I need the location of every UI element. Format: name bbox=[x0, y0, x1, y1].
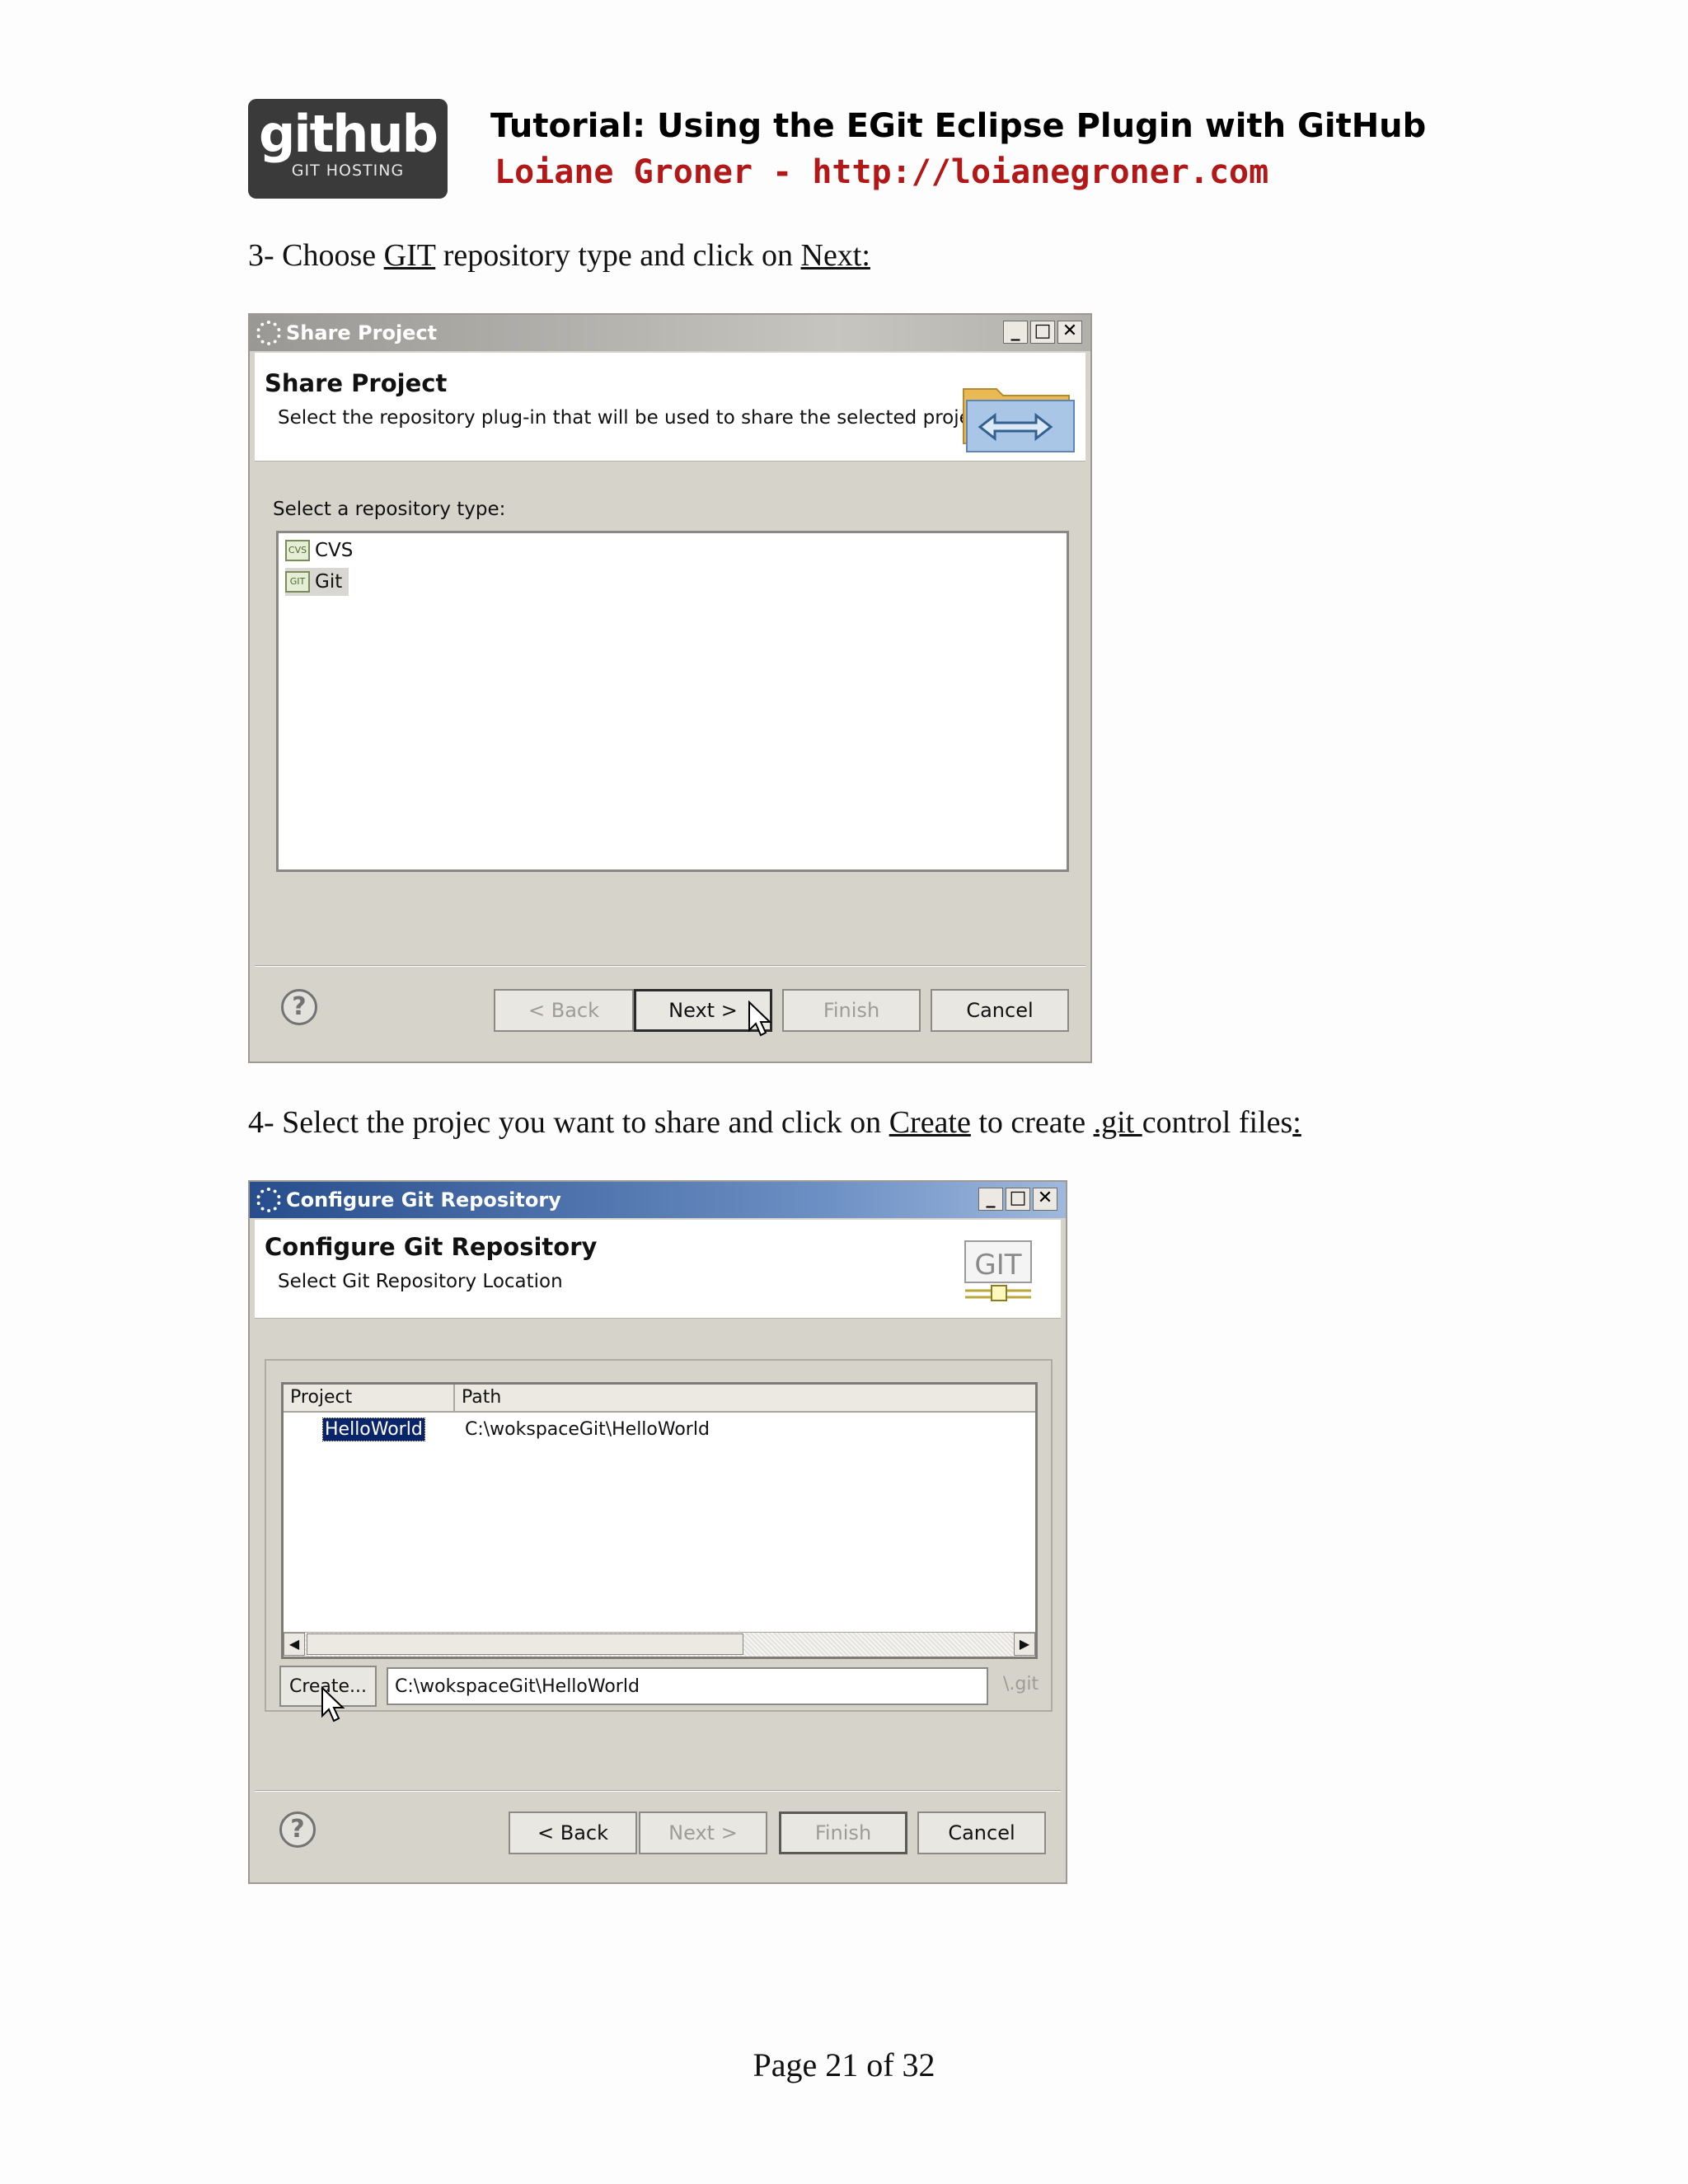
cvs-icon: CVS bbox=[285, 540, 310, 561]
repository-group: Project Path HelloWorld C:\wokspaceGit\H… bbox=[265, 1359, 1053, 1712]
table-header: Project Path bbox=[284, 1385, 1035, 1413]
window-title: Configure Git Repository bbox=[286, 1188, 561, 1212]
scroll-right-icon[interactable]: ▶ bbox=[1014, 1633, 1035, 1656]
window-controls: _ □ ✕ bbox=[978, 1188, 1057, 1211]
repository-type-list[interactable]: CVS CVS GIT Git bbox=[276, 531, 1069, 872]
step-4-prefix: 4- Select the projec you want to share a… bbox=[248, 1105, 889, 1140]
title-bar: Configure Git Repository _ □ ✕ bbox=[250, 1182, 1066, 1218]
footer-separator bbox=[255, 1790, 1061, 1792]
back-button[interactable]: < Back bbox=[509, 1811, 637, 1854]
step-4-mid2: control files bbox=[1142, 1105, 1293, 1140]
step-3-git: GIT bbox=[383, 238, 436, 273]
repository-location-field[interactable] bbox=[387, 1667, 988, 1705]
step-3-prefix: 3- Choose bbox=[248, 238, 384, 273]
step-4-colon: : bbox=[1292, 1105, 1301, 1140]
path-cell: C:\wokspaceGit\HelloWorld bbox=[465, 1418, 710, 1440]
column-project[interactable]: Project bbox=[284, 1385, 455, 1411]
step-4-instruction: 4- Select the projec you want to share a… bbox=[248, 1104, 1301, 1141]
window-controls: _ □ ✕ bbox=[1003, 321, 1082, 344]
scroll-left-icon[interactable]: ◀ bbox=[284, 1633, 305, 1656]
minimize-icon[interactable]: _ bbox=[1003, 321, 1028, 344]
finish-button[interactable]: Finish bbox=[782, 989, 921, 1032]
repository-item-cvs[interactable]: CVS CVS bbox=[285, 537, 353, 565]
banner-title: Share Project bbox=[265, 369, 448, 397]
page-number: Page 21 of 32 bbox=[753, 2046, 935, 2083]
title-bar: Share Project _ □ ✕ bbox=[250, 315, 1090, 351]
share-folder-icon bbox=[963, 388, 1075, 452]
repository-item-label: Git bbox=[315, 571, 343, 593]
step-4-git: .git bbox=[1093, 1105, 1142, 1140]
close-icon[interactable]: ✕ bbox=[1033, 1188, 1057, 1211]
back-button[interactable]: < Back bbox=[494, 989, 634, 1032]
step-3-mid: repository type and click on bbox=[435, 238, 801, 273]
step-3-instruction: 3- Choose GIT repository type and click … bbox=[248, 237, 870, 274]
cancel-button[interactable]: Cancel bbox=[931, 989, 1069, 1032]
help-icon[interactable]: ? bbox=[279, 1811, 316, 1848]
repository-item-git[interactable]: GIT Git bbox=[285, 568, 349, 596]
window-title: Share Project bbox=[286, 321, 438, 344]
step-4-create: Create bbox=[889, 1105, 971, 1140]
column-path[interactable]: Path bbox=[455, 1385, 1035, 1411]
cancel-button[interactable]: Cancel bbox=[917, 1811, 1046, 1854]
repository-item-label: CVS bbox=[315, 540, 354, 561]
repository-type-label: Select a repository type: bbox=[273, 499, 506, 520]
git-logo-text: GIT bbox=[974, 1249, 1021, 1282]
share-project-dialog: Share Project _ □ ✕ Share Project Select… bbox=[248, 313, 1092, 1063]
eclipse-icon bbox=[256, 321, 281, 345]
dialog-banner: Share Project Select the repository plug… bbox=[255, 353, 1085, 462]
scroll-thumb[interactable] bbox=[307, 1633, 743, 1655]
step-3-next: Next: bbox=[800, 238, 870, 273]
mouse-cursor-icon bbox=[748, 1001, 772, 1037]
banner-subtitle: Select the repository plug-in that will … bbox=[278, 407, 995, 429]
table-row[interactable]: HelloWorld C:\wokspaceGit\HelloWorld bbox=[284, 1416, 710, 1442]
logo-sub-text: GIT HOSTING bbox=[291, 162, 405, 180]
close-icon[interactable]: ✕ bbox=[1057, 321, 1082, 344]
document-author: Loiane Groner - http://loianegroner.com bbox=[495, 153, 1269, 191]
git-icon: GIT bbox=[285, 571, 310, 593]
footer-separator bbox=[255, 965, 1085, 967]
next-button[interactable]: Next > bbox=[639, 1811, 767, 1854]
dialog-banner: Configure Git Repository Select Git Repo… bbox=[255, 1220, 1061, 1319]
git-suffix-label: \.git bbox=[1003, 1674, 1039, 1694]
finish-button[interactable]: Finish bbox=[779, 1811, 907, 1854]
horizontal-scrollbar[interactable]: ◀ ▶ bbox=[284, 1632, 1035, 1657]
eclipse-icon bbox=[256, 1188, 281, 1212]
github-logo: github GIT HOSTING bbox=[248, 99, 448, 199]
mouse-cursor-icon bbox=[321, 1686, 345, 1722]
document-title: Tutorial: Using the EGit Eclipse Plugin … bbox=[490, 107, 1427, 145]
help-icon[interactable]: ? bbox=[281, 989, 317, 1025]
logo-main-text: github bbox=[259, 104, 438, 164]
banner-subtitle: Select Git Repository Location bbox=[278, 1271, 563, 1292]
step-4-mid: to create bbox=[970, 1105, 1094, 1140]
minimize-icon[interactable]: _ bbox=[978, 1188, 1003, 1211]
project-cell: HelloWorld bbox=[284, 1417, 455, 1441]
maximize-icon[interactable]: □ bbox=[1006, 1188, 1030, 1211]
git-logo-icon: GIT bbox=[964, 1240, 1032, 1301]
banner-title: Configure Git Repository bbox=[265, 1233, 598, 1261]
maximize-icon[interactable]: □ bbox=[1030, 321, 1055, 344]
project-table[interactable]: Project Path HelloWorld C:\wokspaceGit\H… bbox=[281, 1382, 1038, 1659]
configure-git-repository-dialog: Configure Git Repository _ □ ✕ Configure… bbox=[248, 1180, 1067, 1884]
project-name: HelloWorld bbox=[322, 1417, 425, 1441]
